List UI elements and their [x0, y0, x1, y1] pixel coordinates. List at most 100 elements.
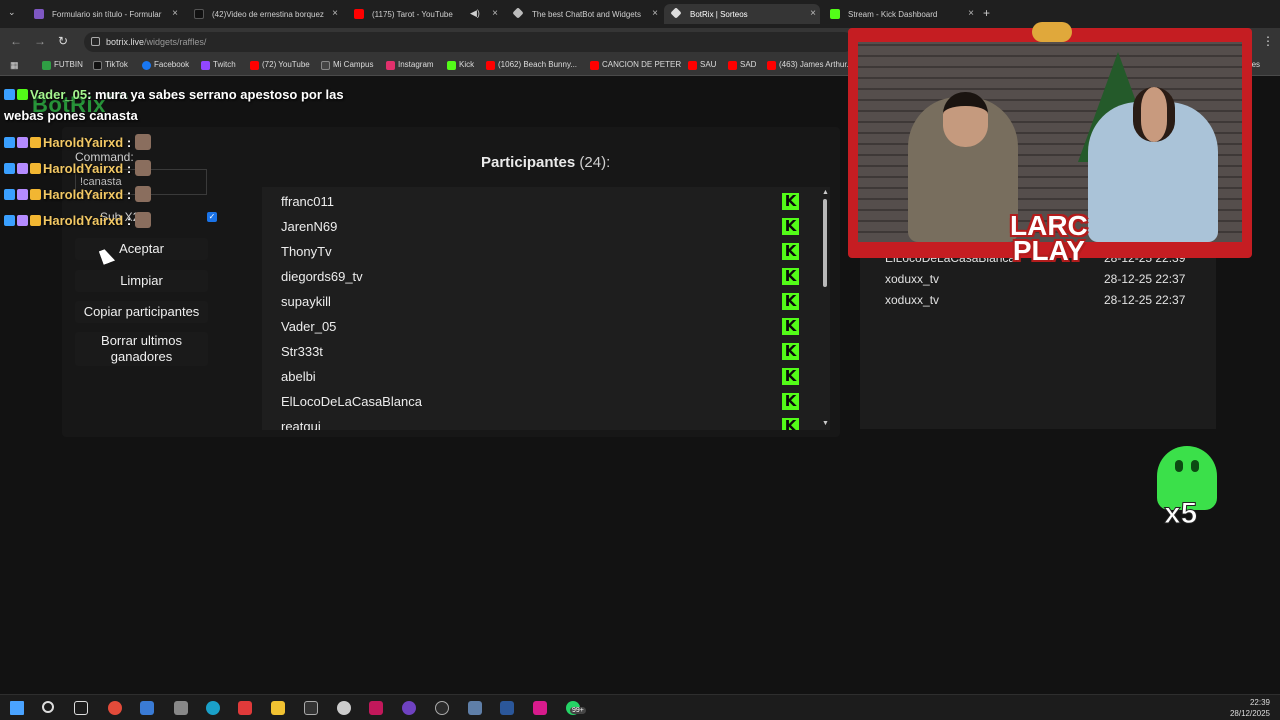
chat-separator: : — [126, 213, 132, 228]
emote-icon — [135, 186, 152, 202]
apps-grid-icon[interactable]: ▦ — [10, 60, 19, 71]
app-icon[interactable] — [174, 701, 188, 715]
bookmark-beach-bunny[interactable]: (1062) Beach Bunny... — [486, 60, 577, 70]
moderator-badge-icon — [4, 215, 15, 226]
tab-title: Formulario sin título - Formular — [52, 9, 162, 19]
twitch-icon — [201, 61, 210, 70]
app-icon[interactable] — [337, 701, 351, 715]
menu-icon[interactable]: ⋮ — [1262, 34, 1274, 48]
task-view-icon[interactable] — [74, 701, 88, 715]
moderator-badge-icon — [4, 163, 15, 174]
taskbar: 99+ 22:39 28/12/2025 — [0, 694, 1280, 720]
new-tab-button[interactable]: + — [983, 6, 990, 20]
tab-title: The best ChatBot and Widgets — [532, 9, 641, 19]
youtube-icon — [767, 61, 776, 70]
chat-message: Vader_05: mura ya sabes serrano apestoso… — [4, 87, 344, 102]
file-explorer-icon[interactable] — [271, 701, 285, 715]
close-icon[interactable]: × — [652, 8, 658, 19]
webcam-overlay: LARC PLAY — [848, 22, 1252, 265]
app-icon[interactable] — [533, 701, 547, 715]
tab-search-button[interactable]: ⌄ — [8, 7, 16, 18]
back-icon[interactable]: ← — [10, 34, 22, 48]
bookmark-label: (72) YouTube — [262, 60, 310, 69]
tab-kick-dashboard[interactable]: Stream - Kick Dashboard × — [822, 4, 978, 24]
forward-icon[interactable]: → — [34, 34, 46, 48]
bookmark-mi-campus[interactable]: Mi Campus — [321, 60, 373, 70]
speaker-icon[interactable]: ◀) — [470, 8, 480, 19]
kick-icon: K — [782, 318, 799, 335]
word-icon[interactable] — [500, 701, 514, 715]
bookmark-facebook[interactable]: Facebook — [142, 60, 189, 70]
bookmark-futbin[interactable]: FUTBIN — [42, 60, 83, 70]
tab-botrix-sorteos[interactable]: BotRix | Sorteos × — [664, 4, 820, 24]
tab-youtube[interactable]: (1175) Tarot - YouTube ◀) × — [346, 4, 502, 24]
bookmark-cancion-de-peter[interactable]: CANCION DE PETER — [590, 60, 681, 70]
accept-button[interactable]: Aceptar — [75, 238, 208, 260]
app-icon[interactable] — [304, 701, 318, 715]
bookmark-label: (463) James Arthur... — [779, 60, 854, 69]
bookmark-label: FUTBIN — [54, 60, 83, 69]
tab-title: Stream - Kick Dashboard — [848, 9, 938, 19]
app-icon[interactable] — [402, 701, 416, 715]
mascot-multiplier: x5 — [1163, 497, 1198, 531]
close-icon[interactable]: × — [492, 8, 498, 19]
close-icon[interactable]: × — [332, 8, 338, 19]
list-item: supaykill — [281, 294, 331, 309]
close-icon[interactable]: × — [968, 8, 974, 19]
calculator-icon[interactable] — [468, 701, 482, 715]
youtube-icon — [688, 61, 697, 70]
search-icon[interactable] — [42, 701, 54, 713]
tab-chatbot[interactable]: The best ChatBot and Widgets × — [506, 4, 662, 24]
participants-title-text: Participantes — [481, 154, 576, 171]
streamer-right-head — [1133, 87, 1175, 142]
chrome-icon[interactable] — [108, 701, 122, 715]
chat-username: HaroldYairxd — [43, 135, 124, 150]
sub-x2-checkbox[interactable]: ✓ — [207, 212, 217, 222]
close-icon[interactable]: × — [810, 8, 816, 19]
app-icon[interactable] — [238, 701, 252, 715]
bookmark-youtube[interactable]: (72) YouTube — [250, 60, 310, 70]
mascot-eye — [1191, 460, 1199, 472]
participants-list[interactable]: ffranc011 K JarenN69 K ThonyTv K diegord… — [262, 187, 830, 430]
campus-icon — [321, 61, 330, 70]
edge-icon[interactable] — [206, 701, 220, 715]
bookmark-tiktok[interactable]: TikTok — [93, 60, 128, 70]
kick-icon: K — [782, 393, 799, 410]
store-icon[interactable] — [140, 701, 154, 715]
url-field[interactable]: botrix.live/widgets/raffles/ — [84, 32, 854, 52]
scroll-down-icon[interactable]: ▼ — [822, 420, 829, 427]
reload-icon[interactable]: ↻ — [58, 34, 68, 48]
bookmark-james-arthur[interactable]: (463) James Arthur... — [767, 60, 854, 70]
scrollbar-thumb[interactable] — [823, 199, 827, 287]
bookmark-kick[interactable]: Kick — [447, 60, 474, 70]
bookmark-twitch[interactable]: Twitch — [201, 60, 236, 70]
system-clock[interactable]: 22:39 28/12/2025 — [1230, 697, 1270, 719]
scroll-up-icon[interactable]: ▲ — [822, 189, 829, 196]
tab-tiktok-video[interactable]: (42)Video de ernestina borquez × — [186, 4, 342, 24]
close-icon[interactable]: × — [172, 8, 178, 19]
gift-badge-icon — [17, 163, 28, 174]
forms-icon — [34, 9, 44, 19]
crown-badge-icon — [30, 189, 41, 200]
emote-icon — [135, 134, 152, 150]
chat-message: HaroldYairxd : — [4, 186, 152, 202]
site-info-icon[interactable] — [91, 37, 100, 46]
bookmark-instagram[interactable]: Instagram — [386, 60, 434, 70]
list-item: reatgui — [281, 419, 321, 430]
copy-participants-button[interactable]: Copiar participantes — [75, 301, 208, 323]
bookmark-sad[interactable]: SAD — [728, 60, 756, 70]
bookmark-sau[interactable]: SAU — [688, 60, 716, 70]
tiktok-icon — [93, 61, 102, 70]
kick-icon: K — [782, 343, 799, 360]
windows-start-icon[interactable] — [10, 701, 24, 715]
chat-username: HaroldYairxd — [43, 213, 124, 228]
clear-button[interactable]: Limpiar — [75, 270, 208, 292]
obs-icon[interactable] — [435, 701, 449, 715]
instagram-icon — [386, 61, 395, 70]
delete-last-winners-button[interactable]: Borrar ultimos ganadores — [75, 332, 208, 366]
kick-icon — [447, 61, 456, 70]
chat-message: HaroldYairxd : — [4, 134, 152, 150]
app-icon[interactable] — [369, 701, 383, 715]
tab-formulario[interactable]: Formulario sin título - Formular × — [26, 4, 182, 24]
participants-scrollbar[interactable]: ▲ ▼ — [820, 189, 830, 429]
